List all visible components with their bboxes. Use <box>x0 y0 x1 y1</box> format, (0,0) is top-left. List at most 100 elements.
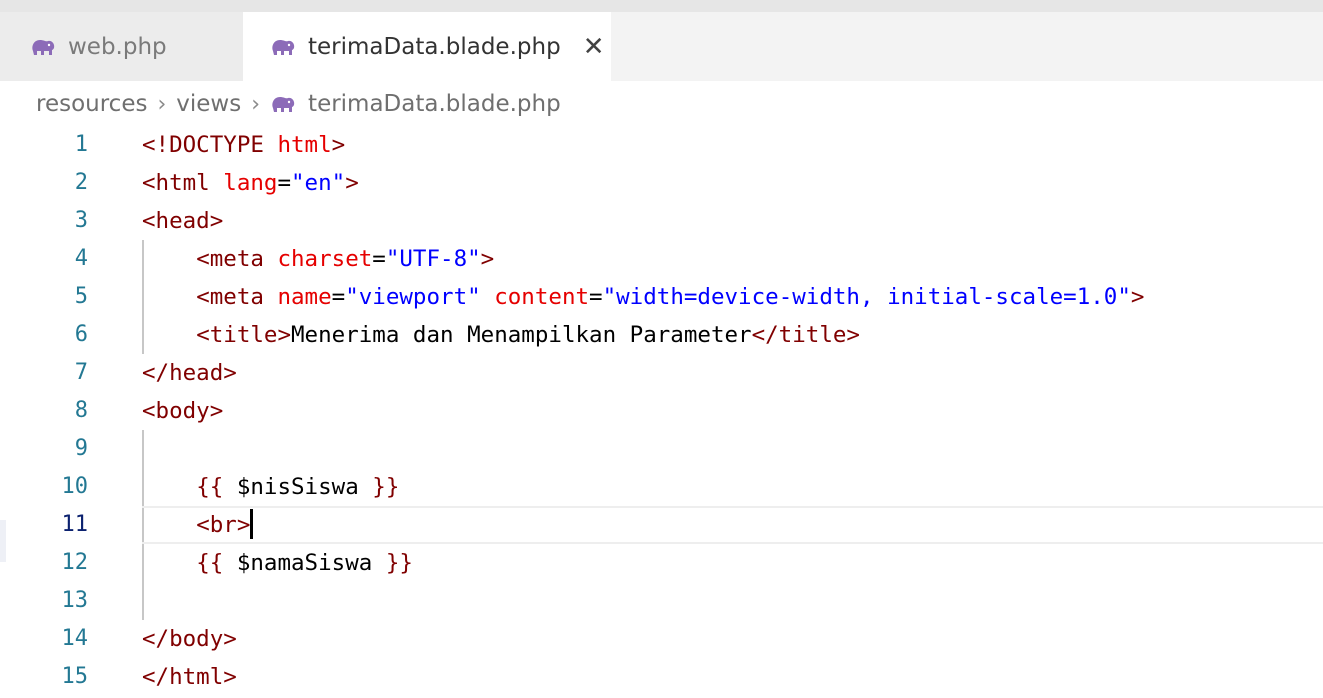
code-line[interactable]: 4 <meta charset="UTF-8"> <box>0 240 1323 278</box>
code-text: </head> <box>142 354 237 392</box>
code-line[interactable]: 8 <body> <box>0 392 1323 430</box>
code-text: <br> <box>142 506 254 544</box>
code-line[interactable]: 1 <!DOCTYPE html> <box>0 126 1323 164</box>
line-number: 12 <box>61 550 89 575</box>
line-number: 14 <box>61 626 89 651</box>
close-icon[interactable]: ✕ <box>581 34 607 60</box>
breadcrumb-item-file[interactable]: terimaData.blade.php <box>308 91 561 117</box>
code-token: "width=device-width, initial-scale=1.0" <box>602 284 1131 310</box>
code-line[interactable]: 2 <html lang="en"> <box>0 164 1323 202</box>
active-line-marker <box>0 520 6 562</box>
code-token: = <box>589 284 603 310</box>
code-token: "viewport" <box>345 284 481 310</box>
code-line[interactable]: 12 {{ $namaSiswa }} <box>0 544 1323 582</box>
code-token: </body> <box>142 626 237 652</box>
code-line[interactable]: 15 </html> <box>0 658 1323 696</box>
code-text: <meta charset="UTF-8"> <box>142 240 494 278</box>
code-token: = <box>372 246 386 272</box>
code-token: {{ <box>196 550 224 576</box>
text-cursor <box>250 508 254 539</box>
code-text: <body> <box>142 392 223 430</box>
code-line[interactable]: 7 </head> <box>0 354 1323 392</box>
line-number: 1 <box>74 132 88 157</box>
code-token: <html <box>142 170 224 196</box>
code-text: {{ $nisSiswa }} <box>142 468 399 506</box>
code-token: {{ <box>196 474 224 500</box>
breadcrumb-item-resources[interactable]: resources <box>36 91 147 117</box>
code-token: <!DOCTYPE <box>142 132 278 158</box>
tab-web-php[interactable]: web.php <box>0 12 243 81</box>
tab-terimadata-blade-php[interactable]: terimaData.blade.php ✕ <box>243 12 611 81</box>
code-line[interactable]: 11 <br> <box>0 506 1323 544</box>
code-line[interactable]: 3 <head> <box>0 202 1323 240</box>
breadcrumb-item-views[interactable]: views <box>176 91 241 117</box>
breadcrumb: resources › views › terimaData.blade.php <box>0 81 1323 127</box>
line-number: 2 <box>74 170 88 195</box>
code-token: <meta <box>196 246 278 272</box>
code-token: > <box>1130 284 1145 310</box>
code-token: "UTF-8" <box>385 246 481 272</box>
line-number: 13 <box>61 588 89 613</box>
code-text: <head> <box>142 202 223 240</box>
code-token: <head> <box>142 208 224 234</box>
line-number: 10 <box>61 474 89 499</box>
code-token: = <box>277 170 292 196</box>
code-token: content <box>494 284 590 310</box>
line-number: 3 <box>74 208 88 233</box>
code-line[interactable]: 14 </body> <box>0 620 1323 658</box>
code-token: }} <box>385 550 413 576</box>
chevron-right-icon: › <box>251 91 261 117</box>
php-elephant-icon <box>270 94 296 114</box>
code-token: </head> <box>142 360 237 386</box>
window-top-strip <box>0 0 1323 12</box>
code-token: $nisSiswa <box>223 474 373 500</box>
current-line-highlight <box>142 506 1323 544</box>
code-token: </title> <box>751 322 860 348</box>
code-text: <meta name="viewport" content="width=dev… <box>142 278 1144 316</box>
php-elephant-icon <box>270 37 296 57</box>
code-text: <!DOCTYPE html> <box>142 126 345 164</box>
code-text: {{ $namaSiswa }} <box>142 544 413 582</box>
code-token: $namaSiswa <box>223 550 386 576</box>
chevron-right-icon: › <box>157 91 167 117</box>
tab-label: terimaData.blade.php <box>308 33 561 60</box>
line-number: 7 <box>74 360 88 385</box>
code-token: name <box>277 284 332 310</box>
code-token: = <box>331 284 346 310</box>
code-token: > <box>345 170 359 196</box>
code-text: <title>Menerima dan Menampilkan Paramete… <box>142 316 860 354</box>
code-token: <title> <box>196 322 292 348</box>
code-line[interactable]: 9 <box>0 430 1323 468</box>
code-text: <html lang="en"> <box>142 164 359 202</box>
code-editor[interactable]: 1 <!DOCTYPE html> 2 <html lang="en"> 3 <head>… <box>0 126 1323 698</box>
php-elephant-icon <box>30 37 56 57</box>
code-token: Menerima dan Menampilkan Parameter <box>291 322 752 348</box>
code-line[interactable]: 10 {{ $nisSiswa }} <box>0 468 1323 506</box>
code-token: > <box>480 246 495 272</box>
line-number: 6 <box>74 322 88 347</box>
code-text: </html> <box>142 658 237 696</box>
code-line[interactable]: 6 <title>Menerima dan Menampilkan Parame… <box>0 316 1323 354</box>
line-number: 8 <box>74 398 88 423</box>
editor-tab-bar: web.php terimaData.blade.php ✕ <box>0 12 1323 81</box>
code-line[interactable]: 13 <box>0 582 1323 620</box>
code-text: </body> <box>142 620 237 658</box>
code-token: charset <box>277 246 373 272</box>
line-number: 11 <box>61 512 89 537</box>
code-token: }} <box>372 474 400 500</box>
code-token: lang <box>223 170 278 196</box>
code-line[interactable]: 5 <meta name="viewport" content="width=d… <box>0 278 1323 316</box>
line-number: 15 <box>61 664 89 689</box>
code-token: > <box>331 132 346 158</box>
line-number: 4 <box>74 246 88 271</box>
code-token: html <box>277 132 332 158</box>
code-token: <br> <box>196 512 251 538</box>
line-number: 5 <box>74 284 88 309</box>
